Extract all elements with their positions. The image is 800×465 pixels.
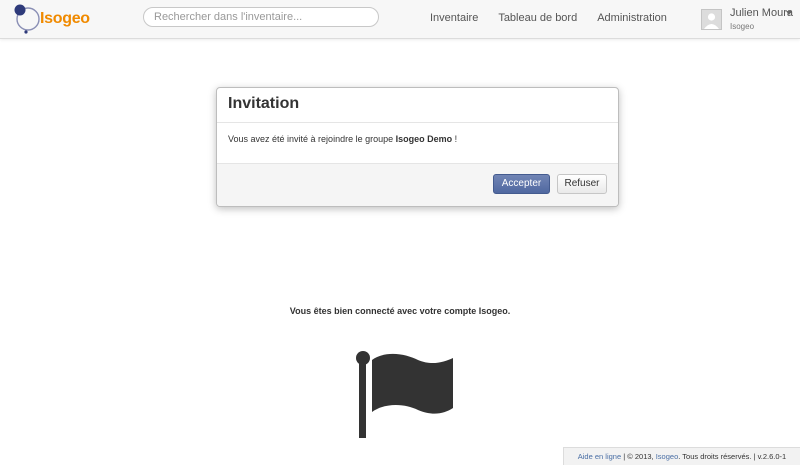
nav-item-inventaire[interactable]: Inventaire	[420, 0, 488, 38]
company-link[interactable]: Isogeo	[656, 452, 679, 461]
chevron-down-icon[interactable]	[786, 11, 792, 15]
invitation-text-prefix: Vous avez été invité à rejoindre le grou…	[228, 134, 396, 144]
avatar	[701, 9, 722, 30]
footer-copyright: | © 2013,	[621, 452, 656, 461]
top-navbar: Isogeo Inventaire Tableau de bord Admini…	[0, 0, 800, 39]
refuse-button[interactable]: Refuser	[557, 174, 607, 194]
user-menu[interactable]: Julien Moura Isogeo	[701, 7, 796, 33]
search-input[interactable]	[143, 7, 379, 27]
nav-item-tableau-de-bord[interactable]: Tableau de bord	[488, 0, 587, 38]
modal-footer: Accepter Refuser	[217, 163, 618, 206]
nav-item-administration[interactable]: Administration	[587, 0, 677, 38]
flag-icon	[356, 351, 453, 438]
logo-text: Isogeo	[40, 10, 90, 27]
user-silhouette-icon	[702, 10, 721, 29]
user-name: Julien Moura	[730, 7, 793, 19]
invitation-modal: Invitation Vous avez été invité à rejoin…	[216, 87, 619, 207]
modal-body: Vous avez été invité à rejoindre le grou…	[228, 134, 457, 144]
invitation-text-suffix: !	[452, 134, 458, 144]
flag-illustration	[352, 348, 456, 440]
modal-header: Invitation	[217, 88, 618, 123]
group-name: Isogeo Demo	[395, 134, 453, 144]
help-link[interactable]: Aide en ligne	[578, 452, 621, 461]
user-organization: Isogeo	[730, 22, 755, 31]
isogeo-logo[interactable]: Isogeo	[12, 2, 90, 34]
main-nav: Inventaire Tableau de bord Administratio…	[420, 0, 677, 38]
page-footer: Aide en ligne | © 2013, Isogeo. Tous dro…	[563, 447, 800, 465]
modal-title: Invitation	[228, 95, 300, 112]
footer-rights: . Tous droits réservés. | v.2.6.0-1	[678, 452, 787, 461]
accept-button[interactable]: Accepter	[493, 174, 550, 194]
connected-message: Vous êtes bien connecté avec votre compt…	[289, 306, 511, 316]
